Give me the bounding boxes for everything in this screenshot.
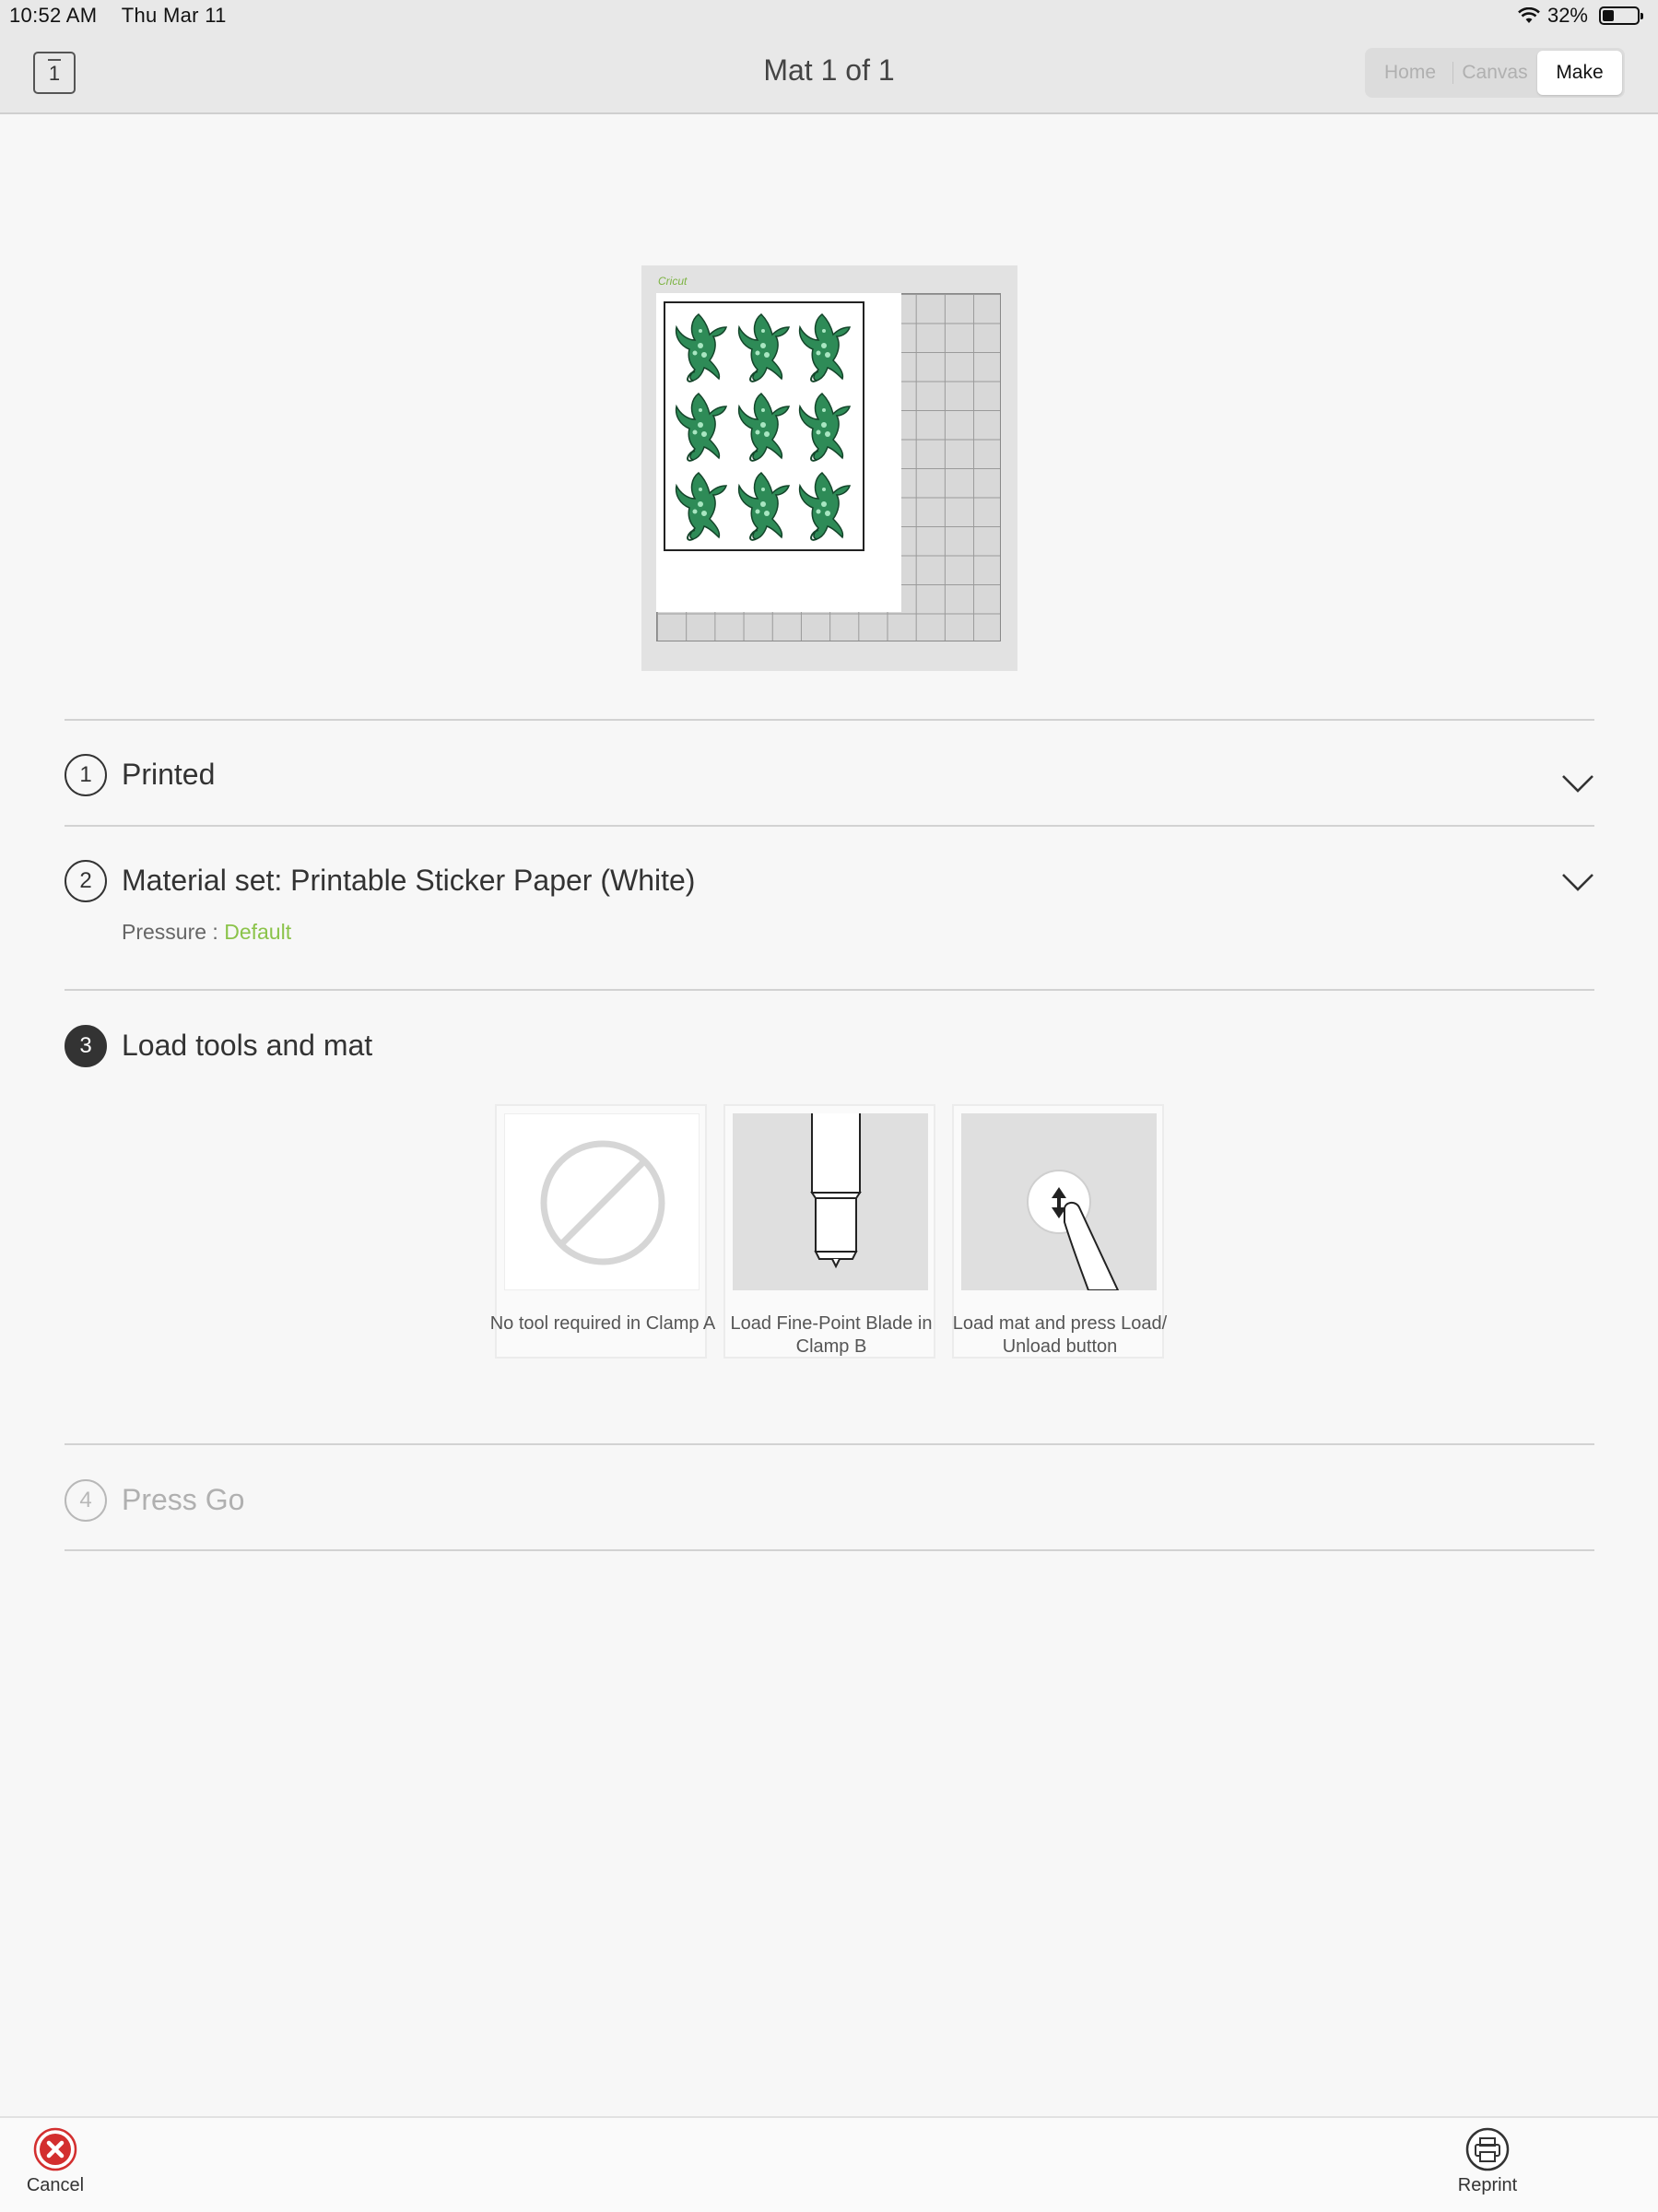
- chevron-down-icon[interactable]: [1561, 772, 1594, 794]
- mat-preview[interactable]: Cricut: [641, 265, 1017, 671]
- status-time-date: 10:52 AM Thu Mar 11: [9, 4, 227, 28]
- design-cut-area: [664, 301, 864, 551]
- bottom-toolbar: Cancel Reprint: [0, 2116, 1658, 2212]
- fine-point-blade-icon: [733, 1113, 928, 1290]
- no-tool-icon: [504, 1113, 700, 1290]
- reprint-button[interactable]: Reprint: [1452, 2127, 1523, 2196]
- printer-icon: [1465, 2127, 1510, 2171]
- divider: [65, 1443, 1594, 1445]
- divider: [65, 1549, 1594, 1551]
- header: 1 Mat 1 of 1 Home Canvas Make: [0, 33, 1658, 114]
- step-4-number: 4: [65, 1479, 107, 1522]
- wifi-icon: [1518, 7, 1540, 23]
- load-unload-button-icon: [961, 1113, 1157, 1290]
- step-2-title[interactable]: Material set: Printable Sticker Paper (W…: [122, 864, 695, 898]
- reprint-label: Reprint: [1457, 2175, 1518, 2195]
- tool-caption: Load Fine-Point Blade in Clamp B: [730, 1313, 933, 1357]
- pressure-setting: Pressure : Default: [122, 920, 291, 945]
- divider: [65, 825, 1594, 827]
- sea-turtle-designs: [675, 313, 851, 541]
- tool-caption: Load mat and press Load/ Unload button: [952, 1313, 1168, 1357]
- tool-card-clamp-a: No tool required in Clamp A: [490, 1104, 715, 1359]
- tab-canvas[interactable]: Canvas: [1452, 51, 1537, 95]
- step-2-number: 2: [65, 860, 107, 902]
- tool-card-load-mat: Load mat and press Load/ Unload button: [952, 1104, 1167, 1359]
- mat-brand-logo: Cricut: [658, 275, 688, 288]
- divider: [65, 989, 1594, 991]
- step-4-title: Press Go: [122, 1483, 245, 1516]
- status-bar: 10:52 AM Thu Mar 11 32%: [0, 0, 1658, 33]
- cancel-icon: [33, 2127, 77, 2171]
- tool-caption: No tool required in Clamp A: [489, 1313, 716, 1334]
- battery-percent: 32%: [1546, 4, 1588, 27]
- status-indicators: 32%: [1518, 4, 1643, 28]
- step-3-number: 3: [65, 1025, 107, 1067]
- mode-switcher: Home Canvas Make: [1365, 48, 1625, 98]
- pressure-value[interactable]: Default: [224, 920, 291, 944]
- chevron-down-icon[interactable]: [1561, 871, 1594, 893]
- step-1-number: 1: [65, 754, 107, 796]
- divider: [65, 719, 1594, 721]
- tab-make[interactable]: Make: [1537, 51, 1622, 95]
- tool-card-clamp-b: Load Fine-Point Blade in Clamp B: [723, 1104, 935, 1359]
- status-date: Thu Mar 11: [121, 4, 227, 27]
- step-1-title[interactable]: Printed: [122, 758, 215, 792]
- status-time: 10:52 AM: [9, 4, 98, 27]
- cancel-button[interactable]: Cancel: [20, 2127, 90, 2196]
- battery-icon: [1599, 6, 1643, 25]
- tab-home[interactable]: Home: [1368, 51, 1452, 95]
- pressure-label: Pressure :: [122, 920, 218, 944]
- step-3-title: Load tools and mat: [122, 1029, 373, 1062]
- cancel-label: Cancel: [26, 2175, 85, 2195]
